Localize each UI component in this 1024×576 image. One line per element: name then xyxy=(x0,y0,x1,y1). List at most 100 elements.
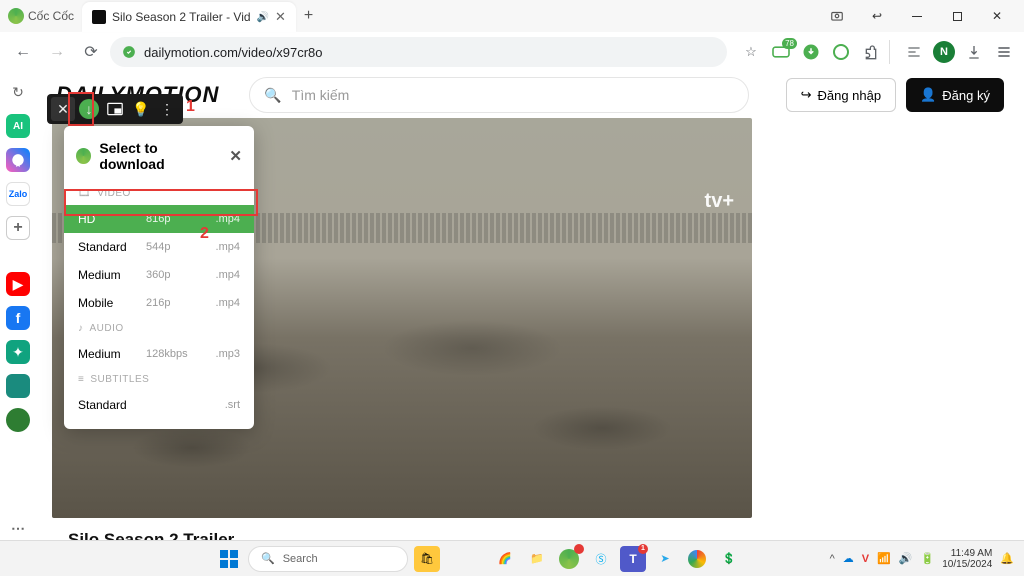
taskbar-copilot-icon[interactable]: 🌈 xyxy=(492,546,518,572)
download-popup: Select to download ✕ 🎞VIDEO HD816p.mp4 S… xyxy=(64,126,254,429)
start-button[interactable] xyxy=(216,546,242,572)
appletv-watermark: tv+ xyxy=(705,190,734,213)
nav-bar: ← → ⟳ dailymotion.com/video/x97cr8o ☆ 78… xyxy=(0,32,1024,72)
ai-icon[interactable]: AI xyxy=(6,114,30,138)
extensions-row: ☆ 78 N xyxy=(739,40,1016,64)
tray-wifi-icon[interactable]: 📶 xyxy=(877,552,891,565)
dl-option-standard[interactable]: Standard544p.mp4 xyxy=(64,233,254,261)
search-icon: 🔍 xyxy=(261,552,275,565)
system-tray: ^ ☁ V 📶 🔊 🔋 11:49 AM 10/15/2024 🔔 xyxy=(830,548,1014,570)
dl-option-subtitle[interactable]: Standard.srt xyxy=(64,391,254,419)
address-bar[interactable]: dailymotion.com/video/x97cr8o xyxy=(110,37,727,67)
dl-option-audio-medium[interactable]: Medium128kbps.mp3 xyxy=(64,340,254,368)
history-icon[interactable]: ↻ xyxy=(6,80,30,104)
tray-app-icon[interactable]: V xyxy=(862,553,869,565)
title-bar: Cốc Cốc Silo Season 2 Trailer - Vid 🔊 ✕ … xyxy=(0,0,1024,32)
annotation-2: 2 xyxy=(200,225,209,243)
popup-title: Select to download xyxy=(99,140,221,172)
browser-tab[interactable]: Silo Season 2 Trailer - Vid 🔊 ✕ xyxy=(82,2,296,32)
history-back-icon[interactable]: ↩ xyxy=(858,2,896,30)
app-circle-icon[interactable] xyxy=(6,408,30,432)
toolbar-close-icon[interactable]: ✕ xyxy=(51,97,75,121)
section-audio: ♪AUDIO xyxy=(64,317,254,340)
toolbar-more-icon[interactable]: ⋮ xyxy=(155,97,179,121)
forward-button[interactable]: → xyxy=(42,37,72,67)
site-search[interactable]: 🔍 Tìm kiếm xyxy=(249,77,749,113)
profile-avatar[interactable]: N xyxy=(932,40,956,64)
taskbar-search[interactable]: 🔍Search xyxy=(248,546,408,572)
tab-audio-icon[interactable]: 🔊 xyxy=(257,12,269,23)
section-video: 🎞VIDEO xyxy=(64,182,254,205)
dl-option-hd[interactable]: HD816p.mp4 xyxy=(64,205,254,233)
toolbar-download-button[interactable]: ↓ xyxy=(77,97,101,121)
new-tab-button[interactable]: + xyxy=(304,7,313,25)
app-green-icon[interactable] xyxy=(6,374,30,398)
toolbar-lightbulb-icon[interactable]: 💡 xyxy=(129,97,153,121)
chatgpt-icon[interactable]: ✦ xyxy=(6,340,30,364)
downloads-icon[interactable] xyxy=(962,40,986,64)
tray-notification-icon[interactable]: 🔔 xyxy=(1000,552,1014,565)
taskbar-money-icon[interactable]: 💲 xyxy=(716,546,742,572)
tray-chevron-icon[interactable]: ^ xyxy=(830,553,835,565)
reload-button[interactable]: ⟳ xyxy=(76,37,106,67)
coccoc-ext-icon[interactable] xyxy=(829,40,853,64)
tray-battery-icon[interactable]: 🔋 xyxy=(921,552,935,565)
search-icon: 🔍 xyxy=(264,87,281,104)
reader-icon[interactable] xyxy=(902,40,926,64)
login-icon: ↪ xyxy=(801,87,812,103)
star-icon[interactable]: ☆ xyxy=(739,40,763,64)
video-download-toolbar: ✕ ↓ 💡 ⋮ xyxy=(47,94,183,124)
taskbar-explorer-icon[interactable]: 📁 xyxy=(524,546,550,572)
dl-option-mobile[interactable]: Mobile216p.mp4 xyxy=(64,289,254,317)
close-window-button[interactable]: ✕ xyxy=(978,2,1016,30)
coccoc-swirl-icon xyxy=(8,8,24,24)
badge xyxy=(574,544,584,554)
tray-onedrive-icon[interactable]: ☁ xyxy=(843,552,854,565)
divider xyxy=(889,40,896,64)
tray-clock[interactable]: 11:49 AM 10/15/2024 xyxy=(942,548,992,570)
more-sidebar-icon[interactable]: ⋯ xyxy=(6,516,30,540)
add-sidebar-button[interactable]: + xyxy=(6,216,30,240)
menu-icon[interactable] xyxy=(992,40,1016,64)
video-title: Silo Season 2 Trailer xyxy=(68,530,992,540)
tray-volume-icon[interactable]: 🔊 xyxy=(899,552,913,565)
section-subtitles: ≡SUBTITLES xyxy=(64,368,254,391)
youtube-icon[interactable]: ▶ xyxy=(6,272,30,296)
popup-close-icon[interactable]: ✕ xyxy=(229,147,242,165)
back-button[interactable]: ← xyxy=(8,37,38,67)
user-icon: 👤 xyxy=(920,87,936,103)
annotation-1: 1 xyxy=(186,98,195,116)
taskbar-telegram-icon[interactable]: ➤ xyxy=(652,546,678,572)
url-text: dailymotion.com/video/x97cr8o xyxy=(144,45,322,60)
download-ext-icon[interactable] xyxy=(799,40,823,64)
toolbar-pip-icon[interactable] xyxy=(103,97,127,121)
tab-favicon-icon xyxy=(92,10,106,24)
screenshot-icon[interactable] xyxy=(818,2,856,30)
facebook-icon[interactable]: f xyxy=(6,306,30,330)
tab-close-icon[interactable]: ✕ xyxy=(275,9,286,25)
dl-option-medium[interactable]: Medium360p.mp4 xyxy=(64,261,254,289)
messenger-icon[interactable] xyxy=(6,148,30,172)
taskbar-teams-icon[interactable]: T1 xyxy=(620,546,646,572)
taskbar-store-icon[interactable]: 🛍 xyxy=(414,546,440,572)
badge: 1 xyxy=(638,544,648,554)
restore-button[interactable] xyxy=(938,2,976,30)
login-button[interactable]: ↪Đăng nhập xyxy=(786,78,897,112)
windows-taskbar: 🔍Search 🛍 🌈 📁 Ⓢ T1 ➤ 💲 ^ ☁ V 📶 🔊 🔋 11:49… xyxy=(0,540,1024,576)
signup-button[interactable]: 👤Đăng ký xyxy=(906,78,1004,112)
tab-title: Silo Season 2 Trailer - Vid xyxy=(112,10,251,24)
extensions-icon[interactable] xyxy=(859,40,883,64)
taskbar-coccoc-icon[interactable] xyxy=(556,546,582,572)
zalo-icon[interactable]: Zalo xyxy=(6,182,30,206)
window-controls: ↩ ✕ xyxy=(818,2,1016,30)
taskbar-chrome-icon[interactable] xyxy=(684,546,710,572)
site-header: DAILYMOTION 🔍 Tìm kiếm ↪Đăng nhập 👤Đăng … xyxy=(36,72,1024,118)
search-placeholder: Tìm kiếm xyxy=(292,87,350,103)
minimize-button[interactable] xyxy=(898,2,936,30)
savings-icon[interactable]: 78 xyxy=(769,40,793,64)
browser-logo: Cốc Cốc xyxy=(8,8,74,24)
left-sidebar: ↻ AI Zalo + ▶ f ✦ ⋯ xyxy=(0,72,36,540)
film-icon: 🎞 xyxy=(78,188,91,199)
taskbar-skype-icon[interactable]: Ⓢ xyxy=(588,546,614,572)
popup-logo-icon xyxy=(76,148,91,164)
